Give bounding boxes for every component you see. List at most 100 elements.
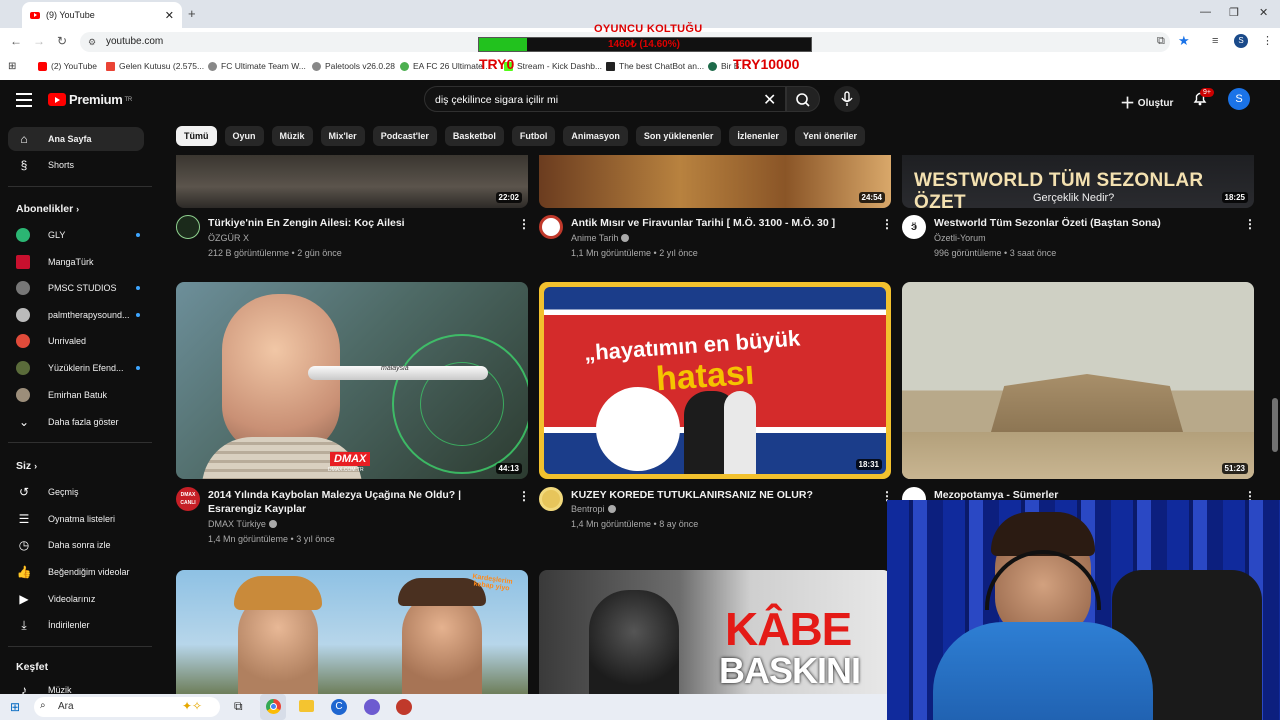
clear-search-icon[interactable]: ✕ <box>763 90 776 110</box>
restore-icon[interactable]: ❐ <box>1229 6 1239 19</box>
video-thumbnail[interactable]: „hayatımın en büyük hatası 18:31 <box>539 282 891 479</box>
channel-avatar[interactable] <box>176 215 200 239</box>
sidebar-sub-emirhan[interactable]: Emirhan Batuk <box>8 383 144 407</box>
more-options-icon[interactable]: ⋮ <box>518 217 530 231</box>
channel-name[interactable]: Bentropi <box>571 504 616 514</box>
scrollbar-thumb[interactable] <box>1272 398 1278 452</box>
chip-gaming[interactable]: Oyun <box>224 126 264 146</box>
menu-dots-icon[interactable]: ⋮ <box>1262 34 1273 47</box>
video-thumbnail[interactable]: 51:23 <box>902 282 1254 479</box>
sidebar-sub-mangaturk[interactable]: MangaTürk <box>8 250 144 274</box>
video-thumbnail[interactable]: Kardeşlerim kebap yiyo <box>176 570 528 694</box>
obs-app-icon[interactable] <box>396 699 412 715</box>
sidebar-item-home[interactable]: ⌂ Ana Sayfa <box>8 127 144 151</box>
divider <box>8 186 152 187</box>
channel-name[interactable]: DMAX Türkiye <box>208 519 277 529</box>
video-title[interactable]: Antik Mısır ve Firavunlar Tarihi [ M.Ö. … <box>571 216 871 230</box>
chip-watched[interactable]: İzlenenler <box>729 126 787 146</box>
create-button[interactable]: ＋ Oluştur <box>1120 92 1173 113</box>
sidebar-item-watch-later[interactable]: ◷ Daha sonra izle <box>8 533 144 557</box>
sidebar-item-history[interactable]: ↺ Geçmiş <box>8 480 144 504</box>
youtube-favicon-icon <box>30 11 40 19</box>
minimize-icon[interactable]: — <box>1200 6 1211 18</box>
duration-badge: 44:13 <box>495 463 522 474</box>
tab-youtube[interactable]: (9) YouTube ✕ <box>22 2 182 28</box>
channel-avatar[interactable] <box>539 487 563 511</box>
chip-mixes[interactable]: Mix'ler <box>320 126 365 146</box>
video-title[interactable]: 2014 Yılında Kaybolan Malezya Uçağına Ne… <box>208 488 508 516</box>
sidebar-sub-unrivaled[interactable]: Unrivaled <box>8 329 144 353</box>
close-window-icon[interactable]: ✕ <box>1259 6 1268 19</box>
back-icon[interactable]: ← <box>10 34 22 48</box>
video-title[interactable]: Westworld Tüm Sezonlar Özeti (Baştan Son… <box>934 216 1244 230</box>
channel-avatar[interactable]: ӭ <box>902 215 926 239</box>
site-info-icon[interactable]: ⚙ <box>88 37 96 48</box>
channel-avatar[interactable] <box>539 215 563 239</box>
new-tab-icon[interactable]: + <box>188 6 196 21</box>
subscriptions-header[interactable]: Abonelikler › <box>16 203 79 215</box>
install-icon[interactable]: ⧉ <box>1157 35 1165 48</box>
more-options-icon[interactable]: ⋮ <box>881 217 893 231</box>
close-tab-icon[interactable]: ✕ <box>165 9 174 22</box>
video-thumbnail[interactable]: 24:54 <box>539 155 891 208</box>
account-avatar[interactable]: S <box>1228 88 1250 110</box>
channel-name[interactable]: ÖZGÜR X <box>208 233 249 243</box>
video-thumbnail[interactable]: 22:02 <box>176 155 528 208</box>
bookmark-fc[interactable]: FC Ultimate Team W... <box>208 58 306 74</box>
chip-football[interactable]: Futbol <box>511 126 556 146</box>
bookmark-chatbot[interactable]: The best ChatBot an... <box>606 58 704 74</box>
sidebar-item-playlists[interactable]: ☰ Oynatma listeleri <box>8 507 144 531</box>
video-thumbnail[interactable]: WESTWORLD TÜM SEZONLAR ÖZET Gerçeklik Ne… <box>902 155 1254 208</box>
sidebar-show-more[interactable]: ⌄ Daha fazla göster <box>8 410 144 434</box>
apps-grid-icon[interactable]: ⊞ <box>8 58 16 74</box>
eafc-bm-icon <box>400 61 409 71</box>
sidebar-sub-pmsc[interactable]: PMSC STUDIOS <box>8 276 144 300</box>
youtube-logo[interactable]: Premium TR <box>48 92 132 107</box>
channel-name[interactable]: Anime Tarih <box>571 233 630 243</box>
app-c-icon[interactable]: C <box>331 699 347 715</box>
app-purple-icon[interactable] <box>364 699 380 715</box>
task-view-icon[interactable]: ⧉ <box>234 699 243 714</box>
chip-basketball[interactable]: Basketbol <box>444 126 504 146</box>
bookmark-youtube[interactable]: (2) YouTube <box>38 58 97 74</box>
windows-start-icon[interactable]: ⊞ <box>10 700 20 714</box>
chip-new-to-you[interactable]: Yeni öneriler <box>794 126 865 146</box>
search-input[interactable]: diş çekilince sigara içilir mi <box>424 86 786 112</box>
search-button[interactable] <box>786 86 820 112</box>
sidebar-item-liked[interactable]: 👍 Beğendiğim videolar <box>8 560 144 584</box>
chrome-taskbar-button[interactable] <box>260 694 286 720</box>
page-scrollbar[interactable] <box>1270 80 1280 500</box>
globe-bm-icon <box>708 61 717 71</box>
bookmark-star-icon[interactable]: ★ <box>1178 33 1190 49</box>
sidebar-item-downloads[interactable]: ⤓ İndirilenler <box>8 613 144 637</box>
video-thumbnail[interactable]: KÂBE BASKINI <box>539 570 891 694</box>
channel-avatar[interactable]: DMAX CANLI <box>176 487 200 511</box>
bookmark-gmail[interactable]: Gelen Kutusu (2.575... <box>106 58 204 74</box>
more-options-icon[interactable]: ⋮ <box>518 489 530 503</box>
media-icon[interactable]: ≡ <box>1212 35 1218 47</box>
reload-icon[interactable]: ↻ <box>57 34 67 48</box>
voice-search-button[interactable] <box>834 86 860 112</box>
menu-hamburger-icon[interactable] <box>16 93 32 111</box>
channel-name[interactable]: Özetli-Yorum <box>934 233 986 243</box>
file-explorer-icon[interactable] <box>299 700 314 712</box>
you-header[interactable]: Siz › <box>16 460 37 472</box>
chip-recently-uploaded[interactable]: Son yüklenenler <box>635 126 722 146</box>
profile-avatar[interactable]: S <box>1234 34 1248 48</box>
sidebar-sub-lotr[interactable]: Yüzüklerin Efend... <box>8 356 144 380</box>
more-options-icon[interactable]: ⋮ <box>1244 217 1256 231</box>
video-title[interactable]: Türkiye'nin En Zengin Ailesi: Koç Ailesi <box>208 216 508 230</box>
sidebar-sub-gly[interactable]: GLY <box>8 223 144 247</box>
sidebar-sub-palmtherapy[interactable]: palmtherapysound... <box>8 303 144 327</box>
chip-animation[interactable]: Animasyon <box>563 126 628 146</box>
video-thumbnail[interactable]: malaysia DMAX DMAX.COM.TR 44:13 <box>176 282 528 479</box>
video-title[interactable]: KUZEY KOREDE TUTUKLANIRSANIZ NE OLUR? <box>571 488 871 502</box>
chip-podcasts[interactable]: Podcast'ler <box>372 126 437 146</box>
sidebar-item-your-videos[interactable]: ▶ Videolarınız <box>8 587 144 611</box>
forward-icon[interactable]: → <box>33 34 45 48</box>
bookmark-kick[interactable]: Stream - Kick Dashb... <box>504 58 602 74</box>
chip-all[interactable]: Tümü <box>176 126 217 146</box>
sidebar-item-shorts[interactable]: § Shorts <box>8 153 144 177</box>
chip-music[interactable]: Müzik <box>271 126 313 146</box>
bookmark-paletools[interactable]: Paletools v26.0.28 <box>312 58 395 74</box>
